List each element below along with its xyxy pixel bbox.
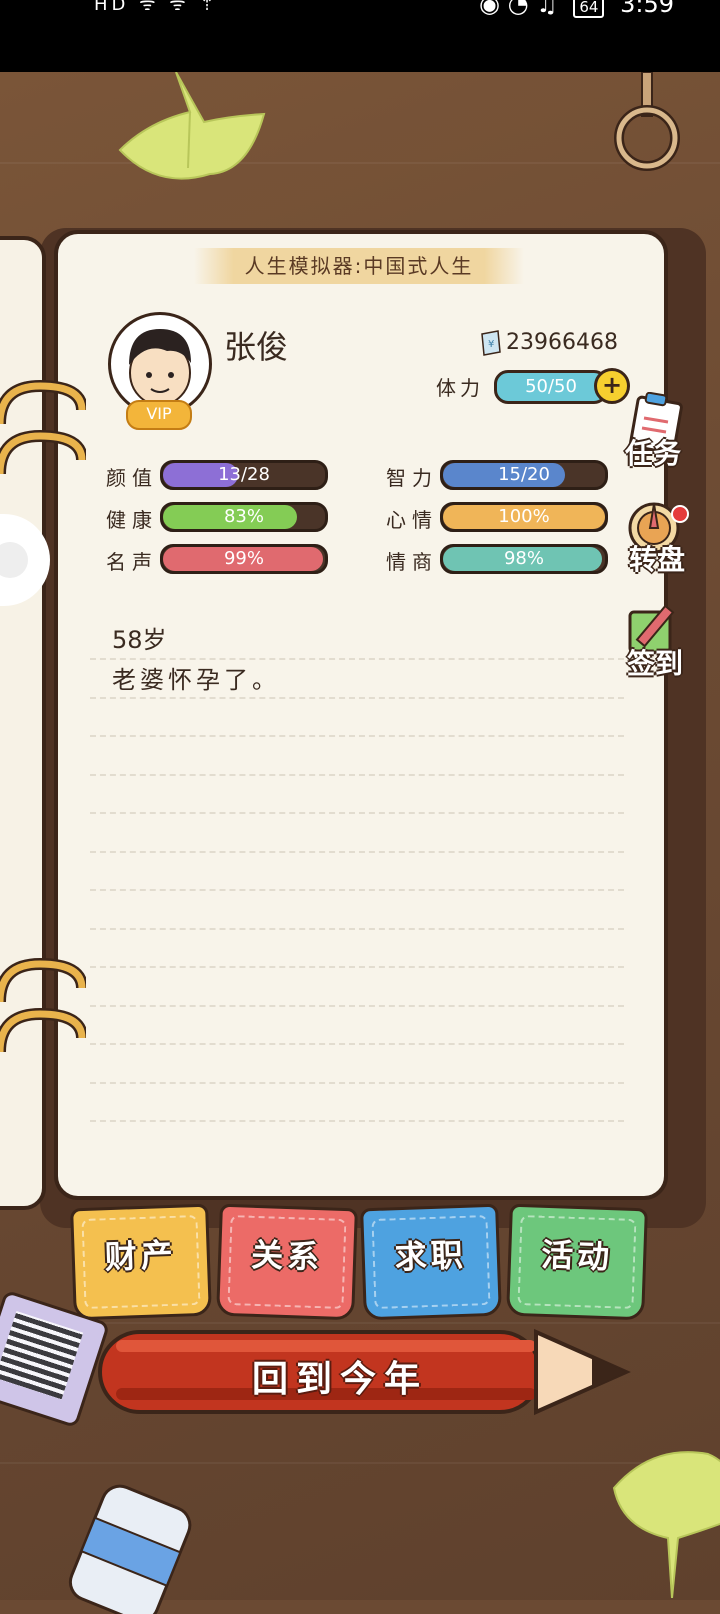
note-line — [90, 1081, 624, 1084]
job-tab[interactable]: 求职 — [360, 1203, 502, 1321]
stat-value: 100% — [498, 506, 550, 527]
ticket-icon: ¥ — [481, 330, 501, 356]
stat-bar: 98% — [440, 544, 608, 574]
stat-value: 13/28 — [218, 464, 270, 485]
eraser-icon — [68, 1484, 192, 1614]
stat-value: 83% — [223, 506, 264, 527]
note-line — [90, 773, 624, 776]
stat-label: 心情 — [386, 508, 438, 532]
note-line — [90, 1120, 624, 1122]
stat-value: 15/20 — [498, 464, 550, 485]
eye-icon: ◉ — [479, 0, 500, 18]
relations-tab[interactable]: 关系 — [216, 1203, 358, 1321]
svg-text:¥: ¥ — [488, 339, 494, 350]
stat-bar: 100% — [440, 502, 608, 532]
binder-ring-icon — [0, 430, 86, 475]
binder-ring-icon — [0, 380, 86, 425]
stat-bar: 15/20 — [440, 460, 608, 490]
note-line — [90, 696, 624, 699]
tab-label: 财产 — [104, 1235, 178, 1277]
stat-label: 智力 — [386, 466, 438, 490]
stat-label: 颜值 — [106, 466, 158, 490]
note-line — [90, 658, 624, 660]
tab-label: 关系 — [250, 1235, 324, 1277]
stat-bar: 83% — [160, 502, 328, 532]
status-right: ◉ ◔ ♫ 64 3:59 — [479, 0, 674, 18]
battery-icon: 64 — [573, 0, 605, 18]
qr-code-icon — [0, 1311, 84, 1400]
tasks-button[interactable]: 任务 — [618, 392, 688, 472]
ginkgo-leaf-icon — [118, 72, 266, 180]
hanging-ring-icon — [614, 72, 680, 171]
binder-ring-icon — [0, 1008, 86, 1053]
checkin-button[interactable]: 签到 — [620, 602, 690, 682]
alarm-icon: ◔ — [507, 0, 529, 18]
mute-icon: ♫ — [536, 0, 558, 18]
note-line — [90, 850, 624, 853]
stat-bar: 13/28 — [160, 460, 328, 490]
vip-badge[interactable]: VIP — [126, 400, 192, 430]
note-line — [90, 1043, 624, 1045]
tiktok-icon — [0, 542, 28, 578]
note-line — [90, 927, 624, 930]
note-line — [90, 812, 624, 814]
page-title: 人生模拟器:中国式人生 — [194, 248, 524, 284]
ginkgo-leaf-icon — [612, 1451, 720, 1598]
checkin-label: 签到 — [626, 647, 683, 680]
activity-tab[interactable]: 活动 — [506, 1203, 648, 1321]
note-line — [90, 735, 624, 737]
stat-label: 名声 — [106, 550, 158, 574]
binder-ring-icon — [0, 958, 86, 1003]
log-age: 58岁 — [112, 626, 167, 654]
stat-bar: 99% — [160, 544, 328, 574]
status-time: 3:59 — [620, 0, 674, 18]
tasks-label: 任务 — [624, 437, 681, 470]
stat-value: 98% — [503, 548, 544, 569]
note-line — [90, 1004, 624, 1007]
log-event: 老婆怀孕了。 — [112, 666, 280, 694]
wheel-label: 转盘 — [628, 543, 685, 576]
avatar-face-icon — [129, 329, 191, 413]
wheel-button[interactable]: 转盘 — [622, 498, 692, 578]
player-name: 张俊 — [224, 328, 289, 366]
note-line — [90, 966, 624, 968]
back-to-this-year-label: 回到今年 — [251, 1359, 428, 1400]
notification-dot — [671, 505, 689, 523]
stamina-label: 体力 — [436, 376, 484, 400]
money-amount: 23966468 — [506, 330, 618, 355]
tab-label: 求职 — [394, 1235, 468, 1277]
status-left-icons: HD ᯤ ᯤ ⇡ — [94, 0, 219, 15]
stat-label: 健康 — [106, 508, 158, 532]
stat-label: 情商 — [386, 550, 438, 574]
assets-tab[interactable]: 财产 — [70, 1203, 212, 1321]
stat-value: 99% — [223, 548, 264, 569]
note-line — [90, 889, 624, 891]
tab-label: 活动 — [540, 1235, 614, 1277]
stamina-bar: 50/50 — [494, 370, 608, 404]
status-bar: HD ᯤ ᯤ ⇡ ◉ ◔ ♫ 64 3:59 — [0, 0, 720, 72]
